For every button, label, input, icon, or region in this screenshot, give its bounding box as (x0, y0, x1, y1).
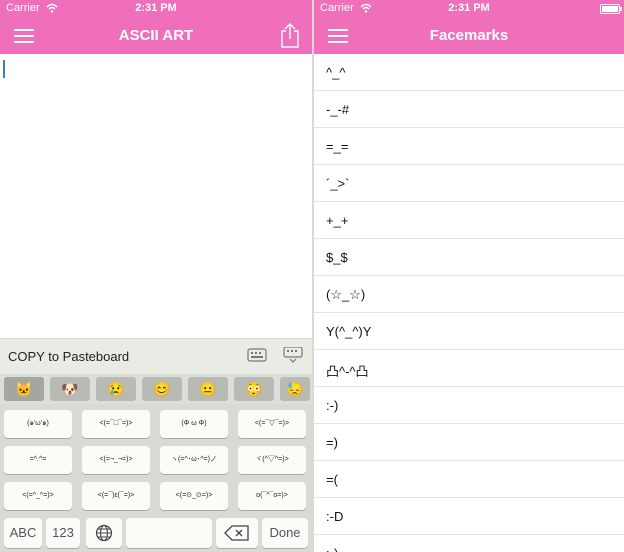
emoji-tab-smile[interactable]: 😊 (142, 377, 182, 401)
kaomoji-keyboard: (๑'ω'๑) <(=¯□¯=)> (Φ ω Φ) <(=¯▽¯=)> =^.^… (0, 404, 312, 552)
kaomoji-key[interactable]: o(¯^¯o=)> (238, 482, 306, 510)
emoji-tab-dog[interactable]: 🐶 (50, 377, 90, 401)
numbers-key[interactable]: 123 (46, 518, 80, 548)
globe-icon (95, 524, 113, 542)
abc-key[interactable]: ABC (4, 518, 42, 548)
kaomoji-key[interactable]: (๑'ω'๑) (4, 410, 72, 438)
kaomoji-key[interactable]: <(=⊙_⊙=)> (160, 482, 228, 510)
facemark-label: 凸^-^凸 (326, 364, 369, 379)
facemark-label: =_= (326, 139, 349, 154)
facemark-label: =) (326, 435, 338, 450)
facemark-label: :-) (326, 546, 338, 552)
list-item[interactable]: =_= (314, 128, 624, 165)
list-item[interactable]: (☆_☆) (314, 276, 624, 313)
kaomoji-key[interactable]: <(=¯)ε(¯=)> (82, 482, 150, 510)
facemarks-list: ^_^ -_-# =_= ´_>` +_+ $_$ (☆_☆) Y(^_^)Y … (314, 54, 624, 552)
emoji-tab-sweat[interactable]: 😓 (280, 377, 310, 401)
status-time: 2:31 PM (448, 2, 490, 14)
facemark-label: Y(^_^)Y (326, 324, 372, 339)
kaomoji-key[interactable]: (Φ ω Φ) (160, 410, 228, 438)
page-title: Facemarks (429, 27, 509, 44)
facemark-label: ^_^ (326, 65, 346, 80)
kaomoji-key[interactable]: ヾ(^▽^=)> (238, 446, 306, 474)
facemark-label: $_$ (326, 250, 348, 265)
list-item[interactable]: :-D (314, 498, 624, 535)
list-item[interactable]: :-) (314, 535, 624, 552)
kaomoji-key[interactable]: =^.^= (4, 446, 72, 474)
battery-icon (600, 4, 622, 14)
facemark-label: :-) (326, 398, 339, 413)
nav-bar: Facemarks (314, 18, 624, 54)
share-icon[interactable] (280, 22, 300, 48)
keyboard-dismiss-icon[interactable] (283, 347, 303, 363)
emoji-tab-neutral[interactable]: 😐 (188, 377, 228, 401)
space-key[interactable] (126, 518, 212, 548)
list-item[interactable]: 凸^-^凸 (314, 350, 624, 387)
facemark-label: =( (326, 472, 338, 487)
kaomoji-key[interactable]: <(=¯▽¯=)> (238, 410, 306, 438)
facemark-label: -_-# (326, 102, 350, 117)
facemark-label: ´_>` (326, 176, 350, 191)
kaomoji-key[interactable]: <(=¯□¯=)> (82, 410, 150, 438)
kaomoji-key[interactable]: <(=¬_¬=)> (82, 446, 150, 474)
delete-icon (224, 525, 249, 541)
emoji-category-bar: 🐱 🐶 😢 😊 😐 😳 😓 (0, 374, 312, 404)
list-item[interactable]: =( (314, 461, 624, 498)
list-item[interactable]: Y(^_^)Y (314, 313, 624, 350)
facemarks-screen: Carrier 2:31 PM Facemarks ^_^ -_-# =_= ´… (314, 0, 624, 552)
emoji-tab-cat[interactable]: 🐱 (4, 377, 44, 401)
copy-to-pasteboard-button[interactable]: COPY to Pasteboard (8, 349, 129, 364)
done-key[interactable]: Done (262, 518, 308, 548)
list-item[interactable]: -_-# (314, 91, 624, 128)
ascii-art-screen: Carrier 2:31 PM ASCII ART COPY to Pasteb… (0, 0, 312, 552)
keyboard-icon[interactable] (247, 347, 267, 363)
status-time: 2:31 PM (135, 2, 177, 14)
list-item[interactable]: +_+ (314, 202, 624, 239)
status-bar: Carrier 2:31 PM (0, 0, 312, 18)
list-item[interactable]: =) (314, 424, 624, 461)
emoji-tab-flushed[interactable]: 😳 (234, 377, 274, 401)
facemark-label: :-D (326, 509, 344, 524)
facemark-label: +_+ (326, 213, 349, 228)
ascii-text-area[interactable] (0, 54, 312, 338)
list-item[interactable]: $_$ (314, 239, 624, 276)
kaomoji-key[interactable]: ヽ(=^･ω･^=)ノ (160, 446, 228, 474)
facemark-label: (☆_☆) (326, 287, 366, 302)
status-bar: Carrier 2:31 PM (314, 0, 624, 18)
delete-key[interactable] (216, 518, 258, 548)
emoji-tab-crying[interactable]: 😢 (96, 377, 136, 401)
list-item[interactable]: ^_^ (314, 54, 624, 91)
globe-key[interactable] (86, 518, 122, 548)
list-item[interactable]: ´_>` (314, 165, 624, 202)
nav-bar: ASCII ART (0, 18, 312, 54)
list-item[interactable]: :-) (314, 387, 624, 424)
text-caret (3, 60, 5, 78)
pasteboard-bar: COPY to Pasteboard (0, 338, 312, 375)
page-title: ASCII ART (118, 27, 194, 44)
kaomoji-key[interactable]: <(=^_^=)> (4, 482, 72, 510)
